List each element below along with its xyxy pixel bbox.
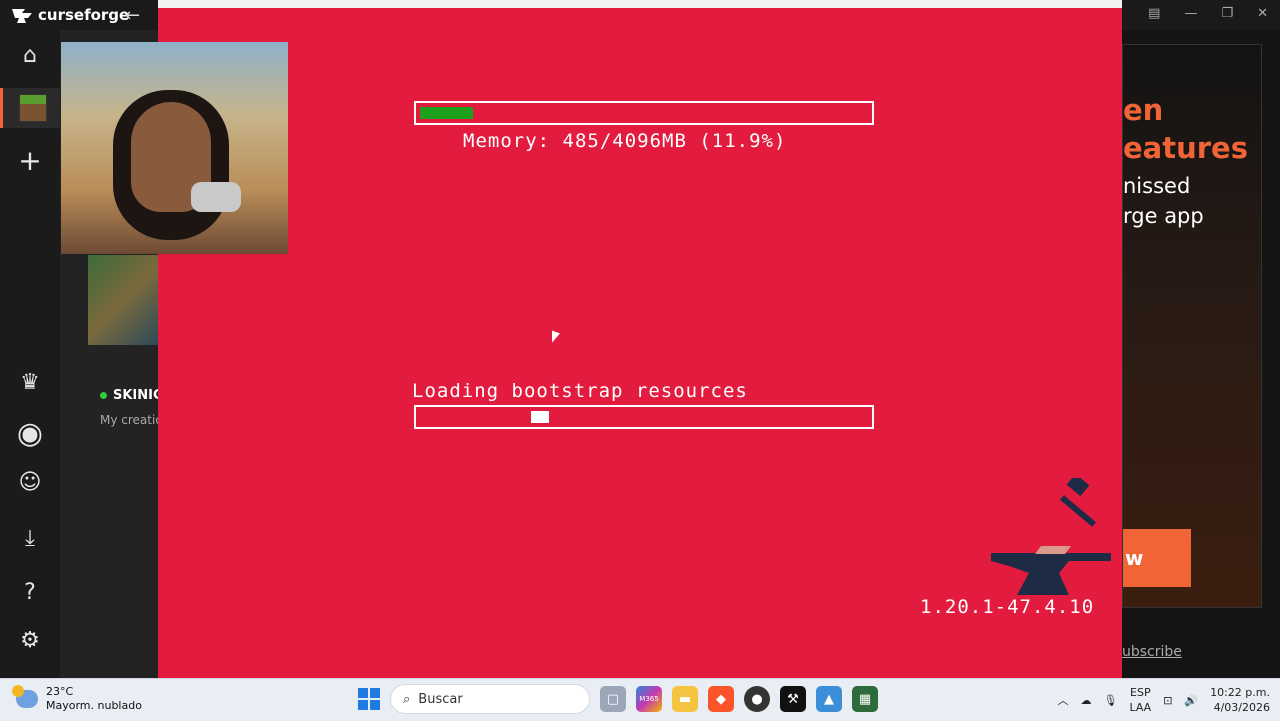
weather-widget[interactable]: 23°C Mayorm. nublado xyxy=(12,685,142,713)
weather-desc: Mayorm. nublado xyxy=(46,699,142,712)
network-icon[interactable]: ⊡ xyxy=(1163,694,1172,707)
subscribe-link[interactable]: ubscribe xyxy=(1122,644,1182,660)
profile-avatar-icon[interactable]: ◉ xyxy=(0,413,60,453)
discord-icon[interactable]: ☺ xyxy=(0,462,60,502)
onedrive-icon[interactable]: ☁ xyxy=(1080,694,1091,707)
ad-headline-1: en xyxy=(1123,93,1164,127)
premium-crown-icon[interactable]: ♛ xyxy=(0,362,60,402)
minecraft-taskbar-icon[interactable]: ▦ xyxy=(852,686,878,712)
m365-icon[interactable]: M365 xyxy=(636,686,662,712)
minecraft-game-icon[interactable] xyxy=(0,88,63,128)
forge-version-text: 1.20.1-47.4.10 xyxy=(920,596,1095,618)
taskbar-search[interactable]: ⌕ Buscar xyxy=(390,684,590,714)
window-top-border xyxy=(158,0,1122,8)
forge-anvil-logo-icon xyxy=(991,478,1111,595)
photos-icon[interactable]: ▲ xyxy=(816,686,842,712)
weather-temp: 23°C xyxy=(46,685,74,698)
memory-progress-bar xyxy=(414,101,874,125)
webcam-overlay xyxy=(61,42,288,254)
brave-browser-icon[interactable]: ◆ xyxy=(708,686,734,712)
ad-body-1: nissed xyxy=(1123,174,1191,198)
file-explorer-icon[interactable]: ▬ xyxy=(672,686,698,712)
microphone-icon[interactable]: 🎙 xyxy=(1103,694,1117,707)
modpack-title[interactable]: SKINIC xyxy=(100,388,163,403)
minecraft-loading-window: Memory: 485/4096MB (11.9%) Loading boots… xyxy=(158,0,1122,678)
volume-icon[interactable]: 🔊 xyxy=(1184,694,1198,707)
maximize-icon[interactable]: ❐ xyxy=(1221,6,1233,21)
mouse-cursor-icon xyxy=(552,330,560,346)
sidebar: ⌂ + ♛ ◉ ☺ ⤓ ? ⚙ xyxy=(0,30,63,678)
curseforge-logo-icon xyxy=(12,9,32,23)
app-name: curseforge xyxy=(38,6,130,24)
online-status-dot xyxy=(100,392,107,399)
window-controls: ▤ — ❐ ✕ xyxy=(1148,6,1268,21)
ad-headline-2: eatures xyxy=(1123,131,1248,165)
date-text: 4/03/2026 xyxy=(1213,701,1270,714)
help-icon[interactable]: ? xyxy=(0,572,60,612)
system-tray: ︿ ☁ 🎙 ESP LAA ⊡ 🔊 10:22 p.m. 4/03/2026 xyxy=(1057,685,1270,715)
windows-taskbar: 23°C Mayorm. nublado ⌕ Buscar ▢ M365 ▬ ◆ … xyxy=(0,678,1280,721)
add-game-icon[interactable]: + xyxy=(0,140,60,180)
ad-body-2: rge app xyxy=(1123,204,1204,228)
loading-indicator xyxy=(531,411,549,423)
ad-cta-button[interactable]: w xyxy=(1123,529,1191,587)
taskbar-center: ⌕ Buscar ▢ M365 ▬ ◆ ● ⚒ ▲ ▦ xyxy=(358,684,878,714)
partly-cloudy-icon xyxy=(12,685,38,708)
show-hidden-icons-chevron-icon[interactable]: ︿ xyxy=(1057,692,1068,708)
modpack-subtitle: My creatio xyxy=(100,413,163,427)
advertisement-banner[interactable]: en eatures nissed rge app w xyxy=(1122,44,1262,608)
ad-panel: en eatures nissed rge app w ubscribe xyxy=(1122,30,1280,678)
memory-usage-text: Memory: 485/4096MB (11.9%) xyxy=(463,130,787,152)
time-text: 10:22 p.m. xyxy=(1210,686,1270,699)
back-arrow-icon[interactable]: ← xyxy=(125,5,140,26)
input-language[interactable]: ESP LAA xyxy=(1129,685,1151,715)
download-icon[interactable]: ⤓ xyxy=(0,518,60,558)
home-icon[interactable]: ⌂ xyxy=(0,35,60,75)
curseforge-brand[interactable]: curseforge xyxy=(12,5,129,25)
obs-icon[interactable]: ● xyxy=(744,686,770,712)
minimize-icon[interactable]: — xyxy=(1184,6,1197,21)
memory-bar-fill xyxy=(420,107,473,119)
layout-icon[interactable]: ▤ xyxy=(1148,6,1160,21)
close-icon[interactable]: ✕ xyxy=(1257,6,1268,21)
task-view-icon[interactable]: ▢ xyxy=(600,686,626,712)
loading-status-text: Loading bootstrap resources xyxy=(412,380,748,402)
modpack-thumbnail[interactable] xyxy=(88,255,158,345)
search-icon: ⌕ xyxy=(403,691,411,707)
curseforge-taskbar-icon[interactable]: ⚒ xyxy=(780,686,806,712)
search-placeholder: Buscar xyxy=(418,691,463,707)
windows-start-icon[interactable] xyxy=(358,688,380,710)
loading-progress-bar xyxy=(414,405,874,429)
settings-gear-icon[interactable]: ⚙ xyxy=(0,620,60,660)
clock[interactable]: 10:22 p.m. 4/03/2026 xyxy=(1210,685,1270,715)
